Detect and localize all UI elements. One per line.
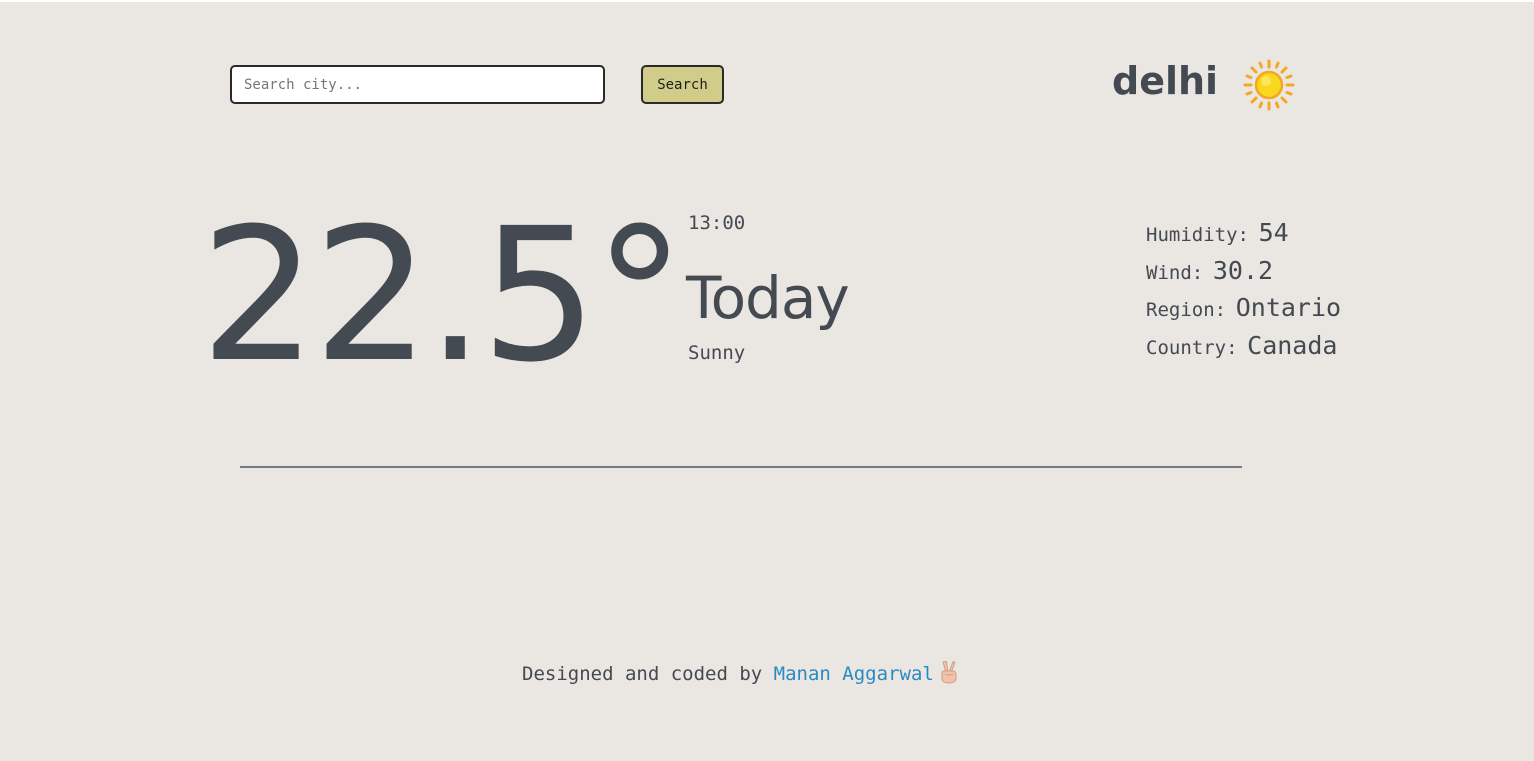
weather-details: Humidity: 54 Wind: 30.2 Region: Ontario … xyxy=(1146,218,1341,368)
search-button[interactable]: Search xyxy=(641,65,724,104)
day-label: Today xyxy=(686,264,850,332)
author-link[interactable]: Manan Aggarwal xyxy=(774,663,934,685)
detail-region: Region: Ontario xyxy=(1146,293,1341,331)
footer-prefix: Designed and coded by xyxy=(522,663,763,685)
detail-label: Country: xyxy=(1146,336,1238,359)
search-input[interactable] xyxy=(230,65,605,104)
detail-value: Canada xyxy=(1247,330,1338,360)
sun-icon xyxy=(1243,59,1295,111)
detail-label: Region: xyxy=(1146,299,1227,321)
detail-humidity: Humidity: 54 xyxy=(1146,218,1341,256)
time-text: 13:00 xyxy=(688,212,746,234)
detail-value: 54 xyxy=(1258,218,1289,247)
detail-value: Ontario xyxy=(1235,293,1342,322)
detail-country: Country: Canada xyxy=(1146,331,1341,369)
detail-label: Humidity: xyxy=(1146,224,1249,246)
detail-label: Wind: xyxy=(1146,261,1204,284)
top-strip xyxy=(0,0,1534,2)
footer: Designed and coded by Manan Aggarwal xyxy=(522,660,960,688)
peace-hand-icon xyxy=(941,660,957,684)
temperature: 22.5° xyxy=(200,189,686,403)
city-name: delhi xyxy=(1112,59,1219,103)
detail-value: 30.2 xyxy=(1212,255,1274,285)
detail-wind: Wind: 30.2 xyxy=(1146,256,1341,294)
divider xyxy=(240,466,1242,468)
condition-text: Sunny xyxy=(688,342,746,364)
